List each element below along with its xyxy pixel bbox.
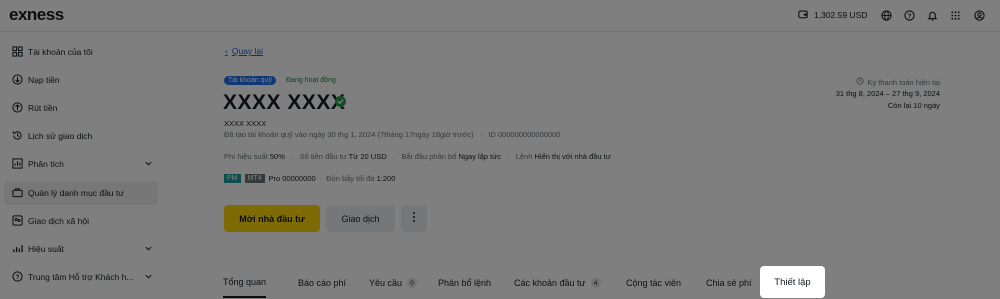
balance-amount: 1,302.59 USD [814,10,868,20]
platform-info: PM MT4 Pro 00000000 · Đòn bẩy tối đa 1:2… [224,174,395,183]
account-details: Phí hiệu suất 50% · Số tiền đầu tư Từ 20… [224,152,611,161]
sidebar-item-my-accounts[interactable]: Tài khoản của tôi [4,40,158,64]
alloc-label: Bắt đầu phân bổ [401,152,457,161]
balance-display[interactable]: 1,302.59 USD [798,9,867,21]
tab-label: Cộng tác viên [626,278,682,288]
created-info: Đã tạo tài khoản quỹ vào ngày 30 thg 1, … [224,130,561,139]
sidebar-item-label: Trung tâm Hỗ trợ Khách h... [28,272,134,282]
created-text: Đã tạo tài khoản quỹ vào ngày 30 thg 1, … [224,130,474,139]
sidebar-item-label: Lịch sử giao dịch [28,131,93,141]
support-icon: ? [12,271,24,283]
globe-icon[interactable] [880,9,892,21]
portfolio-icon [12,187,24,199]
analytics-icon [12,158,24,170]
wallet-icon [798,9,808,21]
fee-value: 50% [269,152,285,161]
order-value: Hiển thị với nhà đầu tư [534,152,611,161]
social-icon [12,215,24,227]
clock-icon [856,77,865,87]
history-icon [12,130,24,142]
sidebar-item-label: Tài khoản của tôi [28,47,93,57]
tab-fee-sharing[interactable]: Chia sẻ phí [706,268,752,298]
tab-requests[interactable]: Yêu cầu 0 [369,268,418,298]
help-icon[interactable]: ? [903,9,915,21]
profile-icon[interactable] [973,9,985,21]
sidebar-item-portfolio-management[interactable]: Quản lý danh mục đầu tư [4,181,158,205]
back-link[interactable]: ‹ Quay lại [225,46,263,56]
trade-button[interactable]: Giao dịch [326,205,395,232]
sidebar-item-performance[interactable]: Hiệu suất [4,237,158,261]
sidebar-item-support-center[interactable]: ? Trung tâm Hỗ trợ Khách h... [4,265,158,289]
sidebar-item-analytics[interactable]: Phân tích [4,152,158,176]
grid-icon [12,46,24,58]
account-id: ID 000000000000000 [488,130,561,139]
tab-settings[interactable]: Thiết lập [760,266,825,298]
invite-investors-button[interactable]: Mời nhà đầu tư [224,205,320,232]
sidebar-item-social-trading[interactable]: Giao dịch xã hội [4,209,158,233]
fund-account-badge: Tài khoản quỹ [224,76,276,85]
sidebar-item-withdraw[interactable]: Rút tiền [4,96,158,120]
account-title: XXXX XXXX [223,91,346,114]
tab-label: Báo cáo phí [298,278,347,288]
svg-text:?: ? [907,12,911,19]
min-invest-value: Từ 20 USD [348,152,387,161]
more-options-button[interactable] [401,205,427,232]
sidebar-item-label: Hiệu suất [28,244,64,254]
tab-count-badge: 4 [590,278,601,288]
billing-period-label: Kỳ thanh toán hiện tại [856,77,940,87]
billing-period-dates: 31 thg 8, 2024 – 27 thg 9, 2024 [835,89,940,98]
billing-period-remaining: Còn lại 10 ngày [887,101,940,110]
order-label: Lệnh [515,152,533,161]
tab-investments[interactable]: Các khoản đầu tư 4 [514,268,601,298]
tab-label: Phân bổ lệnh [438,278,492,288]
tab-label: Các khoản đầu tư [514,278,586,288]
period-label-text: Kỳ thanh toán hiện tại [867,77,940,87]
mt4-badge: MT4 [244,174,265,183]
leverage-value: 1:200 [376,174,396,183]
check-circle-icon [335,96,346,107]
tab-label: Chia sẻ phí [706,278,752,288]
status-text: Đang hoạt động [286,77,336,84]
tab-label: Tổng quan [223,277,267,287]
exness-logo[interactable]: exness [9,5,64,25]
more-vertical-icon [412,210,416,228]
tab-overview[interactable]: Tổng quan [223,268,267,298]
sidebar-item-label: Rút tiền [28,103,58,113]
deposit-icon [12,74,24,86]
withdraw-icon [12,102,24,114]
sidebar-item-trade-history[interactable]: Lịch sử giao dịch [4,124,158,148]
chevron-down-icon [144,159,154,169]
sidebar-item-deposit[interactable]: Nạp tiền [4,68,158,92]
pro-account-text: Pro 00000000 [268,174,316,183]
chevron-left-icon: ‹ [225,46,228,56]
performance-icon [12,243,24,255]
main-content: ‹ Quay lại Tài khoản quỹ Đang hoạt động … [193,33,1000,299]
sidebar: Tài khoản của tôi Nạp tiền Rút tiền Lịch… [0,33,193,299]
sidebar-item-label: Phân tích [28,159,64,169]
page: exness 1,302.59 USD ? Tài khoản của tôi [0,0,1000,299]
tab-fee-report[interactable]: Báo cáo phí [298,268,346,298]
sidebar-item-label: Nạp tiền [28,75,60,85]
tab-partners[interactable]: Cộng tác viên [626,268,681,298]
chevron-down-icon [144,272,154,282]
tab-label: Yêu cầu [369,278,403,288]
back-label: Quay lại [231,46,264,56]
leverage-label: Đòn bẩy tối đa [326,174,375,183]
sidebar-item-label: Quản lý danh mục đầu tư [28,188,124,198]
pm-badge: PM [224,174,241,183]
apps-grid-icon[interactable] [949,9,961,21]
tab-count-badge: 0 [407,278,418,288]
min-invest-label: Số tiền đầu tư [299,152,347,161]
sidebar-item-label: Giao dịch xã hội [28,216,89,226]
tab-order-allocation[interactable]: Phân bổ lệnh [438,268,491,298]
chevron-down-icon [144,244,154,254]
bell-icon[interactable] [926,9,938,21]
top-bar: exness 1,302.59 USD ? [0,0,1000,32]
account-subtitle: XXXX XXXX [224,119,267,128]
svg-text:?: ? [16,274,20,281]
fee-label: Phí hiệu suất [224,152,268,161]
alloc-value: Ngay lập tức [458,152,502,161]
